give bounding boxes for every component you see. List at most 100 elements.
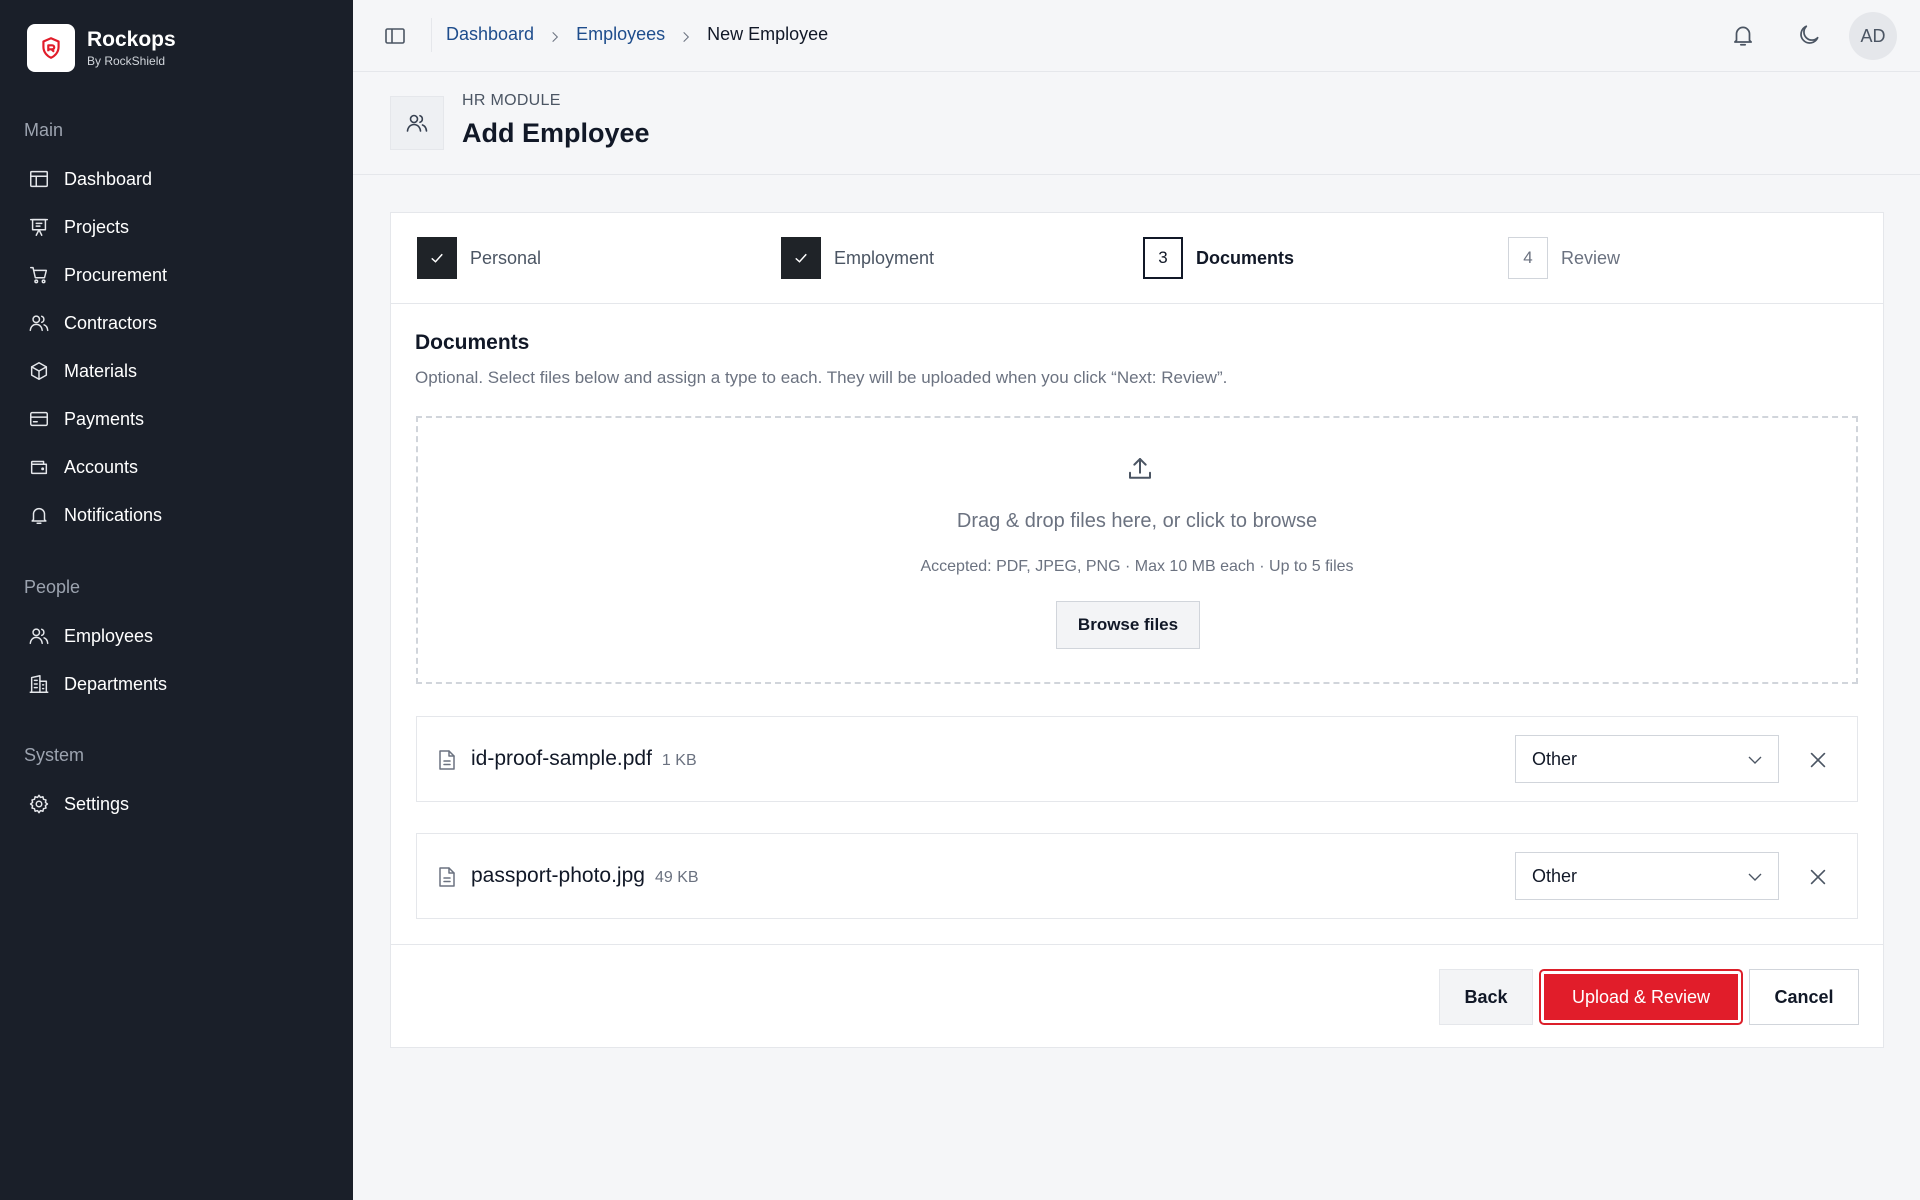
step-number: 3 [1143, 237, 1183, 279]
file-row: passport-photo.jpg 49 KB Other [416, 833, 1858, 919]
divider [431, 18, 432, 52]
sidebar-item-label: Dashboard [64, 168, 153, 189]
page-header: HR MODULE Add Employee [353, 72, 1920, 175]
moon-icon [1800, 25, 1819, 44]
nav-section-people: People [24, 577, 81, 597]
remove-file-button[interactable] [1807, 866, 1829, 888]
step-number: 4 [1508, 237, 1548, 279]
sidebar-item-dashboard[interactable]: Dashboard [28, 165, 152, 193]
file-size: 1 KB [661, 752, 697, 769]
sidebar-item-label: Settings [64, 793, 130, 814]
chevron-down-icon [1748, 756, 1762, 764]
add-employee-card: Personal Employment 3 Documents 4 Review… [390, 212, 1884, 1048]
file-icon [437, 749, 457, 771]
sidebar: Rockops By RockShield Main Dashboard Pro… [0, 0, 353, 1200]
sidebar-item-settings[interactable]: Settings [28, 790, 129, 818]
breadcrumb-current: New Employee [707, 24, 829, 44]
back-button[interactable]: Back [1439, 969, 1533, 1025]
projects-icon [30, 218, 48, 236]
sidebar-item-payments[interactable]: Payments [28, 405, 144, 433]
step-documents[interactable]: 3 Documents [1143, 237, 1294, 279]
file-icon [437, 866, 457, 888]
chevron-right-icon [548, 28, 562, 42]
document-type-select[interactable]: Other [1515, 735, 1779, 783]
check-icon [781, 237, 821, 279]
credit-card-icon [30, 411, 48, 427]
step-label: Employment [834, 247, 935, 268]
breadcrumb-link-dashboard[interactable]: Dashboard [446, 24, 534, 45]
sidebar-item-procurement[interactable]: Procurement [28, 261, 167, 289]
brand[interactable]: Rockops By RockShield [27, 24, 176, 72]
file-row: id-proof-sample.pdf 1 KB Other [416, 716, 1858, 802]
avatar[interactable]: AD [1849, 12, 1897, 60]
check-icon [417, 237, 457, 279]
step-employment[interactable]: Employment [781, 237, 934, 279]
dashboard-icon [30, 170, 48, 188]
step-label: Personal [470, 247, 542, 268]
cart-icon [30, 266, 48, 284]
top-bar: Dashboard Employees New Employee AD [353, 0, 1920, 72]
breadcrumb: Dashboard Employees New Employee [446, 24, 828, 45]
users-icon [29, 628, 49, 645]
sidebar-item-departments[interactable]: Departments [28, 670, 167, 698]
stepper: Personal Employment 3 Documents 4 Review [391, 213, 1883, 304]
document-type-value: Other [1532, 865, 1578, 886]
file-size: 49 KB [654, 869, 699, 886]
sidebar-item-label: Employees [64, 625, 154, 646]
document-type-value: Other [1532, 748, 1578, 769]
section-title: Documents [415, 331, 530, 354]
browse-files-button[interactable]: Browse files [1056, 601, 1200, 649]
sidebar-item-employees[interactable]: Employees [28, 622, 153, 650]
file-name: id-proof-sample.pdf [471, 747, 652, 770]
sidebar-item-label: Departments [64, 673, 168, 694]
dropzone-constraints: Accepted: PDF, JPEG, PNG · Max 10 MB eac… [920, 558, 1354, 575]
sidebar-item-label: Projects [64, 216, 130, 237]
sidebar-item-label: Materials [64, 360, 138, 381]
brand-name: Rockops [87, 28, 176, 51]
document-type-select[interactable]: Other [1515, 852, 1779, 900]
nav-section-system: System [24, 745, 85, 765]
step-personal[interactable]: Personal [417, 237, 541, 279]
page-overline: HR MODULE [462, 92, 561, 109]
sidebar-item-label: Accounts [64, 456, 139, 477]
cancel-button[interactable]: Cancel [1749, 969, 1859, 1025]
breadcrumb-link-employees[interactable]: Employees [576, 24, 665, 45]
box-icon [30, 362, 48, 380]
step-review[interactable]: 4 Review [1508, 237, 1620, 279]
wallet-icon [30, 460, 48, 475]
bell-icon [1734, 26, 1752, 46]
sidebar-toggle-button[interactable] [383, 24, 407, 48]
sidebar-item-accounts[interactable]: Accounts [28, 453, 138, 481]
section-description: Optional. Select files below and assign … [415, 368, 1228, 387]
sidebar-item-label: Procurement [64, 264, 168, 285]
file-name: passport-photo.jpg [471, 864, 645, 887]
step-label: Review [1561, 247, 1621, 268]
sidebar-item-notifications[interactable]: Notifications [28, 501, 162, 529]
close-icon [1810, 752, 1826, 768]
sidebar-item-label: Notifications [64, 504, 163, 525]
users-icon [390, 96, 444, 150]
close-icon [1810, 869, 1826, 885]
sidebar-toggle-icon [385, 28, 405, 44]
gear-icon [29, 794, 49, 814]
sidebar-item-label: Payments [64, 408, 145, 429]
brand-tagline: By RockShield [87, 54, 166, 68]
upload-and-review-button[interactable]: Upload & Review [1539, 969, 1743, 1025]
file-dropzone[interactable]: Drag & drop files here, or click to brow… [416, 416, 1858, 684]
upload-icon [1125, 454, 1155, 484]
upload-and-review-label: Upload & Review [1544, 974, 1738, 1020]
sidebar-item-contractors[interactable]: Contractors [28, 309, 157, 337]
step-label: Documents [1196, 247, 1295, 268]
building-icon [29, 675, 49, 693]
nav-section-main: Main [24, 120, 64, 140]
sidebar-item-materials[interactable]: Materials [28, 357, 137, 385]
dropzone-instructions: Drag & drop files here, or click to brow… [956, 510, 1318, 532]
page-title: Add Employee [462, 118, 650, 148]
sidebar-item-projects[interactable]: Projects [28, 213, 129, 241]
remove-file-button[interactable] [1807, 749, 1829, 771]
brand-logo-icon [27, 24, 75, 72]
chevron-down-icon [1748, 873, 1762, 881]
notifications-button[interactable] [1730, 22, 1756, 48]
users-icon [29, 315, 49, 332]
theme-toggle-button[interactable] [1796, 22, 1822, 48]
